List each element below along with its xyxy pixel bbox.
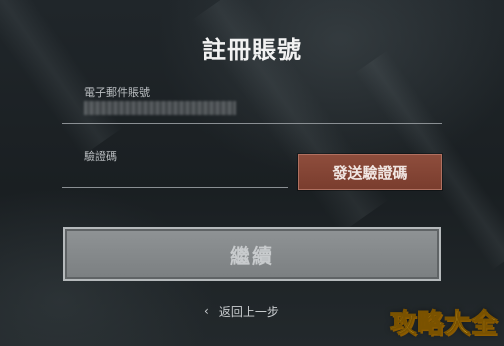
register-form: 註冊賬號 電子郵件賬號 驗證碼 發送驗證碼 繼續 ‹ 返回上一步 bbox=[0, 0, 504, 346]
continue-button[interactable]: 繼續 bbox=[63, 227, 441, 281]
page-title: 註冊賬號 bbox=[202, 36, 302, 64]
send-code-button[interactable]: 發送驗證碼 bbox=[298, 154, 442, 190]
app-background: 註冊賬號 電子郵件賬號 驗證碼 發送驗證碼 繼續 ‹ 返回上一步 攻略大全 bbox=[0, 0, 504, 346]
watermark-logo: 攻略大全 bbox=[389, 309, 498, 340]
verification-code-field[interactable] bbox=[62, 162, 288, 188]
chevron-left-icon: ‹ bbox=[204, 304, 209, 318]
back-link[interactable]: ‹ 返回上一步 bbox=[204, 302, 279, 320]
back-link-label: 返回上一步 bbox=[218, 304, 279, 319]
email-typed-text bbox=[84, 101, 236, 115]
